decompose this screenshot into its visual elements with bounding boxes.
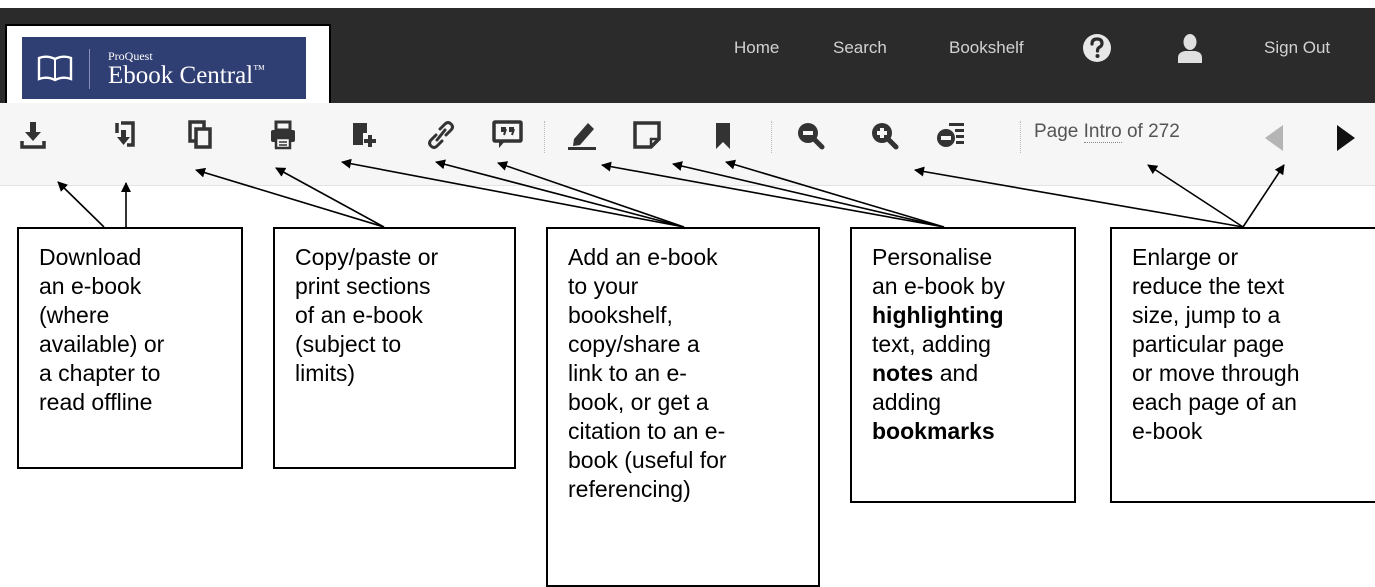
arrow-add-bookshelf bbox=[341, 158, 685, 228]
callout-line: or move through bbox=[1132, 360, 1300, 386]
callout-line: reduce the text bbox=[1132, 273, 1285, 299]
callout-line: (where bbox=[39, 302, 110, 328]
callout-line: Personalise bbox=[872, 244, 993, 270]
callout-keyword-notes: notes bbox=[872, 360, 934, 386]
arrow-print bbox=[275, 167, 385, 228]
callout-line: bookshelf, bbox=[568, 302, 673, 328]
callout-line: available) or bbox=[39, 331, 165, 357]
arrow-zoom bbox=[914, 166, 1244, 228]
callout-line: a chapter to bbox=[39, 360, 161, 386]
callout-line: to your bbox=[568, 273, 639, 299]
callout-line: Enlarge or bbox=[1132, 244, 1239, 270]
callout-line: each page of an bbox=[1132, 389, 1297, 415]
callout-line: Copy/paste or bbox=[295, 244, 439, 270]
callout-line: text, adding bbox=[872, 331, 991, 357]
callout-line: Add an e-book bbox=[568, 244, 718, 270]
arrow-share-link bbox=[435, 159, 685, 228]
callout-line: book, or get a bbox=[568, 389, 709, 415]
arrow-note bbox=[672, 161, 945, 228]
callout-line: of an e-book bbox=[295, 302, 423, 328]
arrow-citation bbox=[497, 161, 685, 228]
arrow-page-nav bbox=[1242, 164, 1285, 228]
callout-keyword-bookmarks: bookmarks bbox=[872, 418, 995, 444]
callout-line: e-book bbox=[1132, 418, 1203, 444]
callout-line: adding bbox=[872, 389, 942, 415]
arrow-download-book bbox=[57, 181, 105, 228]
callout-line: limits) bbox=[295, 360, 356, 386]
arrow-highlight bbox=[601, 161, 945, 228]
callout-line: read offline bbox=[39, 389, 153, 415]
callout-keyword-highlighting: highlighting bbox=[872, 302, 1004, 328]
callout-line: link to an e- bbox=[568, 360, 687, 386]
callout-download: Download an e-book (where available) or … bbox=[17, 227, 243, 469]
callout-line: particular page bbox=[1132, 331, 1285, 357]
callout-personalise: Personalise an e-book by highlighting te… bbox=[850, 227, 1076, 503]
callout-line: an e-book bbox=[39, 273, 142, 299]
callout-line: citation to an e- bbox=[568, 418, 726, 444]
callout-line: Download bbox=[39, 244, 142, 270]
arrow-page-indicator bbox=[1147, 164, 1244, 228]
callout-line: notes and bbox=[872, 359, 1070, 388]
callout-line: size, jump to a bbox=[1132, 302, 1281, 328]
callout-line: referencing) bbox=[568, 476, 691, 502]
callout-line: book (useful for bbox=[568, 447, 727, 473]
callout-line: print sections bbox=[295, 273, 431, 299]
callout-line: copy/share a bbox=[568, 331, 700, 357]
callout-add-share-cite: Add an e-book to your bookshelf, copy/sh… bbox=[546, 227, 820, 587]
callout-copy-print: Copy/paste or print sections of an e-boo… bbox=[273, 227, 516, 469]
callout-enlarge-navigate: Enlarge or reduce the text size, jump to… bbox=[1110, 227, 1375, 503]
callout-line: (subject to bbox=[295, 331, 402, 357]
callout-line-fragment: and bbox=[933, 360, 979, 386]
callout-line: an e-book by bbox=[872, 273, 1005, 299]
arrow-bookmark bbox=[725, 159, 945, 228]
arrow-copy bbox=[195, 167, 385, 228]
